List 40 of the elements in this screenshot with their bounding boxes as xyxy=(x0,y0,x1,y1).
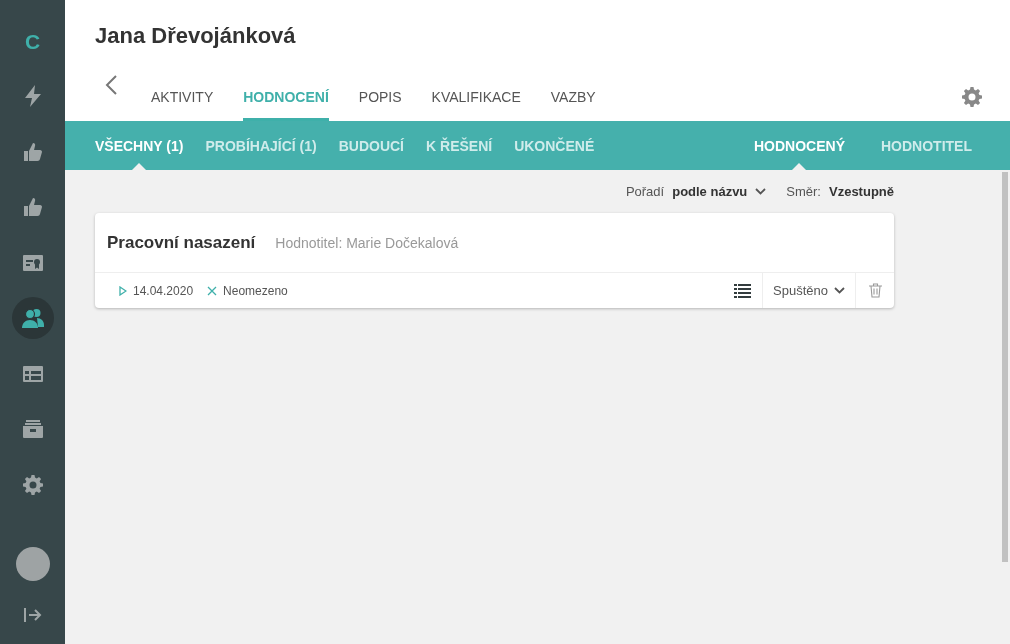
tab[interactable]: VAZBY xyxy=(550,72,596,122)
filter-tab[interactable]: VŠECHNY (1) xyxy=(95,121,184,170)
sidebar-item[interactable] xyxy=(11,297,54,339)
filter-tab[interactable]: UKONČENÉ xyxy=(514,121,595,170)
scrollbar[interactable] xyxy=(1002,172,1008,562)
evaluator-label: Hodnotitel: Marie Dočekalová xyxy=(275,234,459,251)
thumbs-up-icon xyxy=(22,141,43,162)
thumbs-up-icon xyxy=(22,197,43,217)
filter-tab[interactable]: BUDOUCÍ xyxy=(338,121,404,170)
sort-direction-toggle[interactable]: Směr: Vzestupně xyxy=(786,184,894,199)
close-icon xyxy=(207,285,218,296)
lightning-icon xyxy=(22,85,43,107)
card-title: Pracovní nasazení xyxy=(107,232,256,253)
filter-tab[interactable]: PROBÍHAJÍCÍ (1) xyxy=(205,121,317,170)
user-avatar[interactable] xyxy=(15,547,50,581)
list-icon[interactable] xyxy=(734,283,752,298)
archive-drawer-icon xyxy=(22,420,43,438)
back-chevron-icon[interactable] xyxy=(105,75,117,95)
settings-icon xyxy=(22,474,43,495)
tab[interactable]: KVALIFIKACE xyxy=(431,72,521,122)
play-icon xyxy=(119,285,127,296)
chevron-down-icon xyxy=(834,287,845,294)
status-dropdown[interactable]: Spuštěno xyxy=(762,273,856,308)
sort-order-dropdown[interactable]: Pořadí podle názvu xyxy=(625,184,767,199)
role-tab[interactable]: HODNOCENÝ xyxy=(754,121,845,170)
trash-icon xyxy=(868,283,882,298)
settings-icon[interactable] xyxy=(962,87,982,107)
certificate-icon xyxy=(22,254,43,271)
logout-icon[interactable] xyxy=(23,607,42,623)
chevron-down-icon xyxy=(755,188,767,195)
end-date: Neomezeno xyxy=(223,283,288,298)
role-tab[interactable]: HODNOTITEL xyxy=(881,121,972,170)
start-date: 14.04.2020 xyxy=(133,283,194,298)
tab[interactable]: AKTIVITY xyxy=(151,72,214,122)
tab[interactable]: POPIS xyxy=(358,72,402,122)
person-name: Jana Dřevojánková xyxy=(95,22,297,49)
table-icon xyxy=(22,365,43,382)
people-icon xyxy=(21,308,44,328)
app-logo: C xyxy=(24,30,41,55)
filter-tab[interactable]: K ŘEŠENÍ xyxy=(426,121,493,170)
